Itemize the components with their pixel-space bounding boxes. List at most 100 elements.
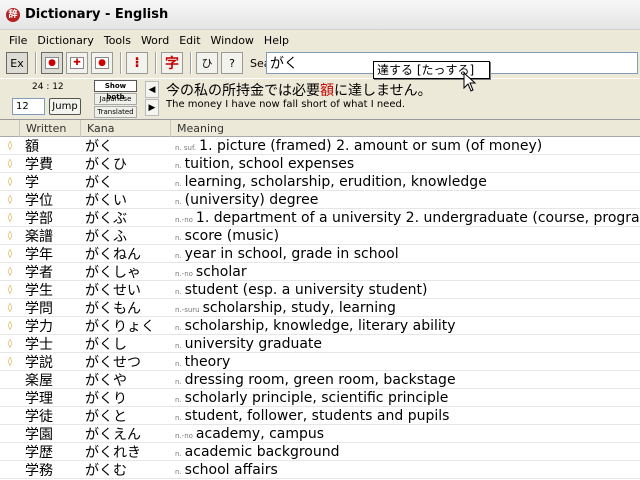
table-row[interactable]: 学園 がくえん n.-no academy, campus — [0, 425, 640, 443]
meaning-text: dressing room, green room, backstage — [184, 371, 456, 388]
flag-button-3[interactable]: ● — [91, 52, 113, 74]
table-row[interactable]: ◊ 額 がく n. suf. 1. picture (framed) 2. amount… — [0, 137, 640, 155]
table-row[interactable]: 学徒 がくと n. student, follower, students and p… — [0, 407, 640, 425]
show-japanese-button[interactable]: Japanese — [94, 93, 137, 105]
kanji-lookup-button[interactable]: 字 — [161, 52, 183, 74]
column-header-kana[interactable]: Kana — [81, 120, 171, 137]
part-of-speech-label: n. — [175, 161, 182, 170]
meaning-text: scholarship, knowledge, literary ability — [184, 317, 456, 334]
written-cell: 学位 — [25, 192, 53, 209]
meaning-cell: n. theory — [171, 354, 640, 370]
meaning-text: year in school, grade in school — [184, 245, 399, 262]
column-header-marker[interactable] — [0, 120, 20, 137]
vertical-text-button[interactable]: ⁝ — [126, 52, 148, 74]
meaning-text: tuition, school expenses — [184, 155, 355, 172]
common-word-marker-icon: ◊ — [7, 320, 13, 331]
meaning-text: score (music) — [184, 227, 280, 244]
meaning-text: 1. picture (framed) 2. amount or sum (of… — [199, 137, 543, 154]
next-sentence-button[interactable]: ▶ — [145, 99, 159, 116]
part-of-speech-label: n. — [175, 233, 182, 242]
table-row[interactable]: ◊ 学問 がくもん n.-suru scholarship, study, learni… — [0, 299, 640, 317]
mouse-cursor-icon — [463, 72, 477, 92]
jump-button[interactable]: Jump — [49, 98, 81, 115]
menu-window[interactable]: Window — [206, 34, 259, 47]
sentence-bar: 24 : 12 12 Jump Show both Japanese Trans… — [0, 78, 640, 118]
table-row[interactable]: ◊ 学年 がくねん n. year in school, grade in school — [0, 245, 640, 263]
table-row[interactable]: 学歴 がくれき n. academic background — [0, 443, 640, 461]
meaning-text: scholar — [195, 263, 247, 280]
table-row[interactable]: ◊ 学生 がくせい n. student (esp. a university stud… — [0, 281, 640, 299]
sentence-jp-after: に達しません。 — [334, 83, 432, 99]
common-word-marker-icon: ◊ — [7, 140, 13, 151]
kana-cell: がくねん — [85, 246, 141, 263]
kana-button[interactable]: ひ — [196, 52, 218, 74]
kana-cell: がくい — [85, 192, 127, 209]
menu-word[interactable]: Word — [136, 34, 174, 47]
meaning-text: 1. department of a university 2. undergr… — [195, 209, 640, 226]
jp-flag-icon: ● — [45, 57, 59, 69]
meaning-text: scholarship, study, learning — [202, 299, 396, 316]
menu-dictionary[interactable]: Dictionary — [32, 34, 98, 47]
prev-sentence-button[interactable]: ◀ — [145, 81, 159, 98]
results-table: Written Kana Meaning ◊ 額がく n. suf. 1. pictu… — [0, 119, 640, 480]
table-row[interactable]: 楽屋 がくや n. dressing room, green room, backst… — [0, 371, 640, 389]
table-row[interactable]: ◊ 学力 がくりょく n. scholarship, knowledge, litera… — [0, 317, 640, 335]
part-of-speech-label: n. suf. — [175, 143, 197, 152]
toolbar-separator — [35, 52, 37, 74]
flag-button-1[interactable]: ● — [41, 52, 63, 74]
sentence-jp-highlight[interactable]: 額 — [320, 83, 334, 99]
show-mode-group: Show both Japanese Translated — [94, 80, 137, 119]
column-header-written[interactable]: Written — [20, 120, 81, 137]
table-row[interactable]: ◊ 学位 がくい n. (university) degree — [0, 191, 640, 209]
part-of-speech-label: n.-suru — [175, 305, 200, 314]
menu-help[interactable]: Help — [259, 34, 294, 47]
toolbar: Ex ● ✚ ● ⁝ 字 ひ ? Search: — [0, 50, 640, 76]
written-cell: 学年 — [25, 246, 53, 263]
meaning-cell: n. university graduate — [171, 336, 640, 352]
meaning-cell: n. student, follower, students and pupils — [171, 408, 640, 424]
show-translated-button[interactable]: Translated — [94, 106, 137, 118]
kana-icon: ひ — [201, 57, 213, 70]
table-row[interactable]: ◊ 学説 がくせつ n. theory — [0, 353, 640, 371]
part-of-speech-label: n.-no — [175, 269, 193, 278]
part-of-speech-label: n. — [175, 467, 182, 476]
dictionary-app-icon[interactable]: 辞 — [6, 7, 20, 22]
kana-cell: がくし — [85, 336, 127, 353]
help-icon: ? — [229, 56, 235, 70]
sentence-number-input[interactable]: 12 — [12, 98, 45, 115]
show-both-button[interactable]: Show both — [94, 80, 137, 101]
menu-file[interactable]: File — [4, 34, 32, 47]
table-row[interactable]: ◊ 学 がく n. learning, scholarship, erudition, … — [0, 173, 640, 191]
column-header-meaning[interactable]: Meaning — [171, 120, 640, 137]
kana-cell: がくり — [85, 390, 127, 407]
table-row[interactable]: ◊ 学費 がくひ n. tuition, school expenses — [0, 155, 640, 173]
meaning-cell: n.-suru scholarship, study, learning — [171, 300, 640, 316]
table-row[interactable]: 学理 がくり n. scholarly principle, scientific p… — [0, 389, 640, 407]
common-word-marker-icon: ◊ — [7, 302, 13, 313]
table-row[interactable]: ◊ 学部 がくぶ n.-no 1. department of a university… — [0, 209, 640, 227]
kana-cell: がくせつ — [85, 354, 141, 371]
part-of-speech-label: n. — [175, 251, 182, 260]
table-row[interactable]: ◊ 楽譜 がくふ n. score (music) — [0, 227, 640, 245]
table-row[interactable]: ◊ 学士 がくし n. university graduate — [0, 335, 640, 353]
help-button[interactable]: ? — [221, 52, 243, 74]
table-row[interactable]: ◊ 学者 がくしゃ n.-no scholar — [0, 263, 640, 281]
japanese-sentence: 今の私の所持金では必要額に達しません。 — [166, 80, 432, 100]
table-row[interactable]: 学務 がくむ n. school affairs — [0, 461, 640, 479]
sentence-jp-before: 今の私の所持金では必要 — [166, 83, 320, 99]
written-cell: 学部 — [25, 210, 53, 227]
meaning-cell: n. (university) degree — [171, 192, 640, 208]
window-title: Dictionary - English — [25, 7, 169, 22]
meaning-text: student (esp. a university student) — [184, 281, 428, 298]
written-cell: 学費 — [25, 156, 53, 173]
part-of-speech-label: n. — [175, 179, 182, 188]
flag-button-2[interactable]: ✚ — [66, 52, 88, 74]
written-cell: 額 — [25, 138, 39, 155]
menu-edit[interactable]: Edit — [174, 34, 205, 47]
kana-cell: がくりょく — [85, 318, 155, 335]
examples-button[interactable]: Ex — [6, 52, 28, 74]
written-cell: 学力 — [25, 318, 53, 335]
menu-tools[interactable]: Tools — [99, 34, 136, 47]
kana-cell: がくぶ — [85, 210, 127, 227]
kana-cell: がくむ — [85, 462, 127, 479]
